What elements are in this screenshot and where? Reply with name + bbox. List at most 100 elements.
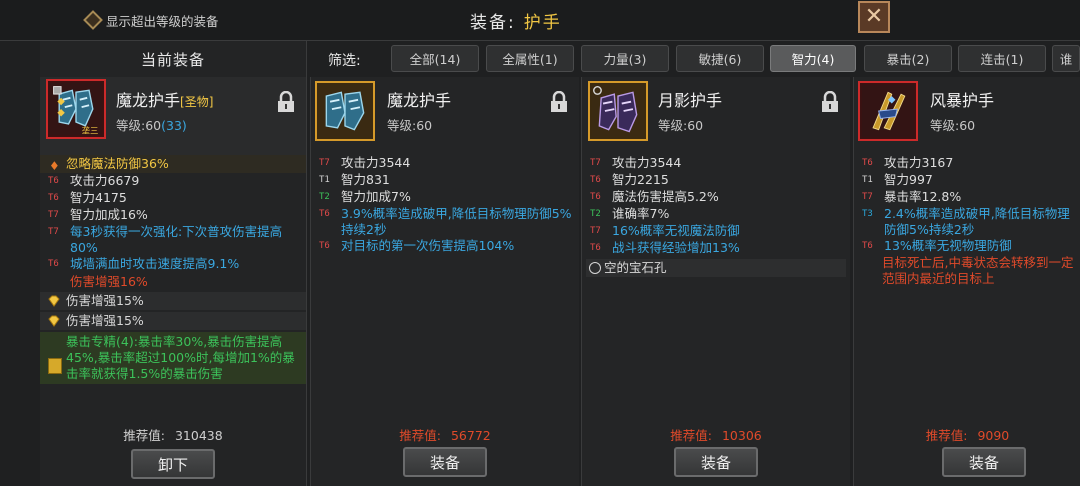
tier-badge: T6: [590, 192, 601, 202]
tier-badge: T6: [319, 241, 330, 251]
stat-line: T6 3.9%概率造成破甲,降低目标物理防御5%持续2秒: [311, 206, 579, 238]
gauntlet-icon[interactable]: [315, 81, 375, 141]
empty-socket-icon: [589, 262, 601, 274]
stat-line: T7 攻击力3544: [582, 155, 850, 172]
current-item-name: 魔龙护手[圣物]: [116, 87, 213, 111]
stat-text: 16%概率无视魔法防御: [612, 223, 740, 238]
recommend-label: 推荐值:: [670, 428, 712, 443]
tab-dodge[interactable]: 谁: [1052, 45, 1080, 72]
book-icon: [48, 358, 62, 374]
stat-text: 智力831: [341, 172, 390, 187]
quality-tag: [圣物]: [180, 95, 214, 109]
tier-badge: T7: [862, 192, 873, 202]
recommend-value: 推荐值: 56772: [311, 425, 579, 444]
recommend-number: 310438: [174, 428, 223, 443]
gem-slot-text: 空的宝石孔: [604, 260, 667, 275]
stat-line: T7 攻击力3544: [311, 155, 579, 172]
tier-badge: T2: [319, 192, 330, 202]
current-equipment-panel: 当前装备 垄三 魔龙护手[圣物] 等级:60(33) ♦ 忽略魔法防御36% T…: [40, 41, 307, 486]
stat-text: 攻击力3167: [884, 155, 954, 170]
compare-item-2: 月影护手 等级:60 T7 攻击力3544 T6 智力2215 T6 魔法伤害提高5.2%…: [581, 77, 850, 486]
top-bar: 显示超出等级的装备 装备: 护手 ✕: [0, 0, 1080, 41]
stat-text: 每3秒获得一次强化:下次普攻伤害提高80%: [70, 224, 283, 255]
item-name-text: 魔龙护手: [116, 91, 181, 110]
equip-button[interactable]: 装备: [942, 447, 1026, 477]
stat-line: T6 城墙满血时攻击速度提高9.1%: [40, 256, 306, 273]
stat-text: 攻击力3544: [341, 155, 411, 170]
level-text: 等级:60: [116, 118, 162, 133]
recommend-number: 9090: [977, 428, 1010, 443]
tier-badge: T6: [590, 175, 601, 185]
gem-line-text: 伤害增强15%: [66, 313, 144, 328]
stat-text: 魔法伤害提高5.2%: [612, 189, 719, 204]
item-level: 等级:60: [930, 118, 976, 133]
stat-line: T6 攻击力6679: [40, 173, 306, 190]
item-level: 等级:60: [658, 118, 704, 133]
set-bonus-box: 暴击专精(4):暴击率30%,暴击伤害提高45%,暴击率超过100%时,每增加1…: [40, 332, 306, 384]
stat-text: 城墙满血时攻击速度提高9.1%: [70, 256, 240, 271]
stat-text: 对目标的第一次伤害提高104%: [341, 238, 515, 253]
gem-line-2: 伤害增强15%: [40, 312, 306, 330]
recommend-number: 56772: [450, 428, 491, 443]
equip-button[interactable]: 装备: [403, 447, 487, 477]
stat-line: T6 13%概率无视物理防御: [854, 238, 1080, 255]
stat-line: T1 智力831: [311, 172, 579, 189]
level-bonus: (33): [161, 118, 187, 133]
tier-badge: T6: [862, 158, 873, 168]
stat-line: T6 智力4175: [40, 190, 306, 207]
close-icon: ✕: [864, 4, 884, 29]
damage-boost-line: 伤害增强16%: [40, 273, 306, 290]
gauntlet-icon[interactable]: [858, 81, 918, 141]
tier-badge: T7: [48, 210, 59, 220]
set-bonus-text: 暴击专精(4):暴击率30%,暴击伤害提高45%,暴击率超过100%时,每增加1…: [66, 334, 295, 381]
stat-text: 攻击力6679: [70, 173, 140, 188]
stat-text: 3.9%概率造成破甲,降低目标物理防御5%持续2秒: [341, 206, 572, 237]
tab-strength[interactable]: 力量(3): [581, 45, 669, 72]
stat-text: 智力2215: [612, 172, 669, 187]
lock-icon[interactable]: [276, 91, 296, 113]
tier-badge: T1: [319, 175, 330, 185]
recommend-label: 推荐值:: [123, 428, 165, 443]
special-affix-text: 忽略魔法防御36%: [66, 156, 169, 171]
stat-text: 智力997: [884, 172, 933, 187]
gem-icon: [48, 315, 60, 327]
close-button[interactable]: ✕: [858, 1, 890, 33]
gem-line-1: 伤害增强15%: [40, 292, 306, 310]
stat-text: 攻击力3544: [612, 155, 682, 170]
tier-badge: T2: [590, 209, 601, 219]
tier-badge: T7: [48, 227, 59, 237]
recommend-value: 推荐值: 9090: [854, 425, 1080, 444]
show-over-level-toggle[interactable]: 显示超出等级的装备: [83, 10, 219, 30]
special-effect-line: 目标死亡后,中毒状态会转移到一定范围内最近的目标上: [854, 255, 1080, 287]
tab-combo[interactable]: 连击(1): [958, 45, 1046, 72]
gauntlet-icon[interactable]: [588, 81, 648, 141]
lock-icon[interactable]: [820, 91, 840, 113]
lock-icon[interactable]: [549, 91, 569, 113]
item-row: 月影护手 等级:60: [582, 77, 850, 155]
tab-all-attributes[interactable]: 全属性(1): [486, 45, 574, 72]
current-item-level: 等级:60(33): [116, 115, 187, 134]
current-item-row: 垄三 魔龙护手[圣物] 等级:60(33): [40, 77, 306, 155]
tier-badge: T6: [48, 176, 59, 186]
tab-crit[interactable]: 暴击(2): [864, 45, 952, 72]
tier-badge: T6: [319, 209, 330, 219]
item-level: 等级:60: [387, 118, 433, 133]
filter-bar: 筛选: 全部(14) 全属性(1) 力量(3) 敏捷(6) 智力(4) 暴击(2…: [308, 41, 1080, 76]
diamond-checkbox-icon[interactable]: [83, 10, 103, 30]
tab-intelligence[interactable]: 智力(4): [770, 45, 856, 72]
stat-text: 13%概率无视物理防御: [884, 238, 1012, 253]
stat-text: 暴击率12.8%: [884, 189, 962, 204]
tier-badge: T6: [48, 259, 59, 269]
gauntlet-icon[interactable]: 垄三: [46, 79, 106, 139]
tab-all[interactable]: 全部(14): [391, 45, 479, 72]
title-label: 装备:: [470, 13, 516, 33]
stat-line: T1 智力997: [854, 172, 1080, 189]
tab-agility[interactable]: 敏捷(6): [676, 45, 764, 72]
item-row: 魔龙护手 等级:60: [311, 77, 579, 155]
item-name: 魔龙护手: [387, 91, 452, 110]
stat-line: T7 暴击率12.8%: [854, 189, 1080, 206]
equip-button[interactable]: 装备: [674, 447, 758, 477]
unequip-button[interactable]: 卸下: [131, 449, 215, 479]
stat-line: T6 攻击力3167: [854, 155, 1080, 172]
tier-badge: T1: [862, 175, 873, 185]
